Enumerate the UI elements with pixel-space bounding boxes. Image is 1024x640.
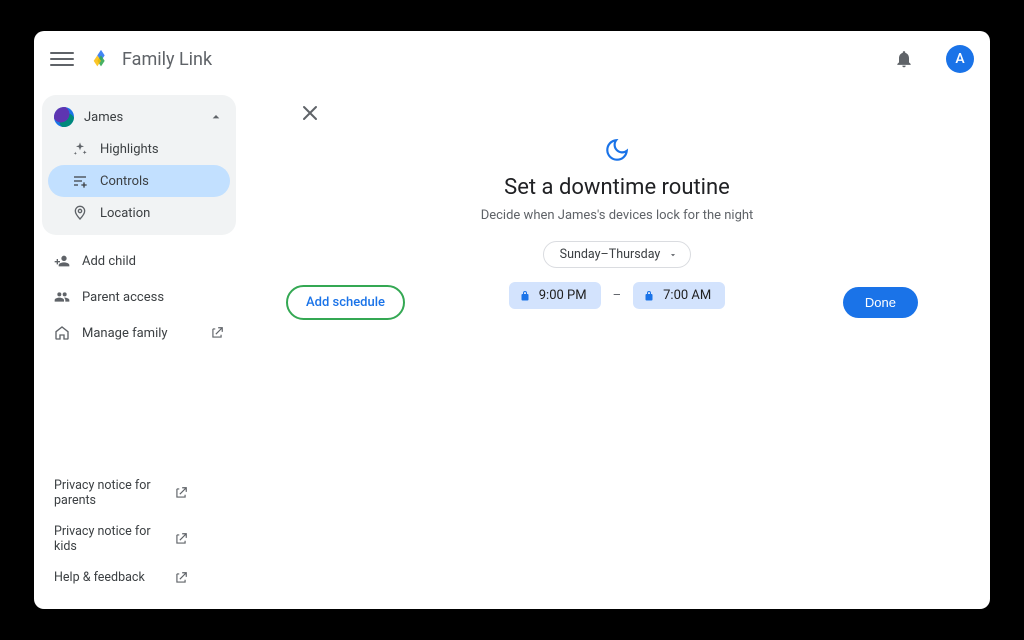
external-link-icon	[174, 532, 188, 546]
app-title: Family Link	[122, 49, 212, 70]
parent-access-label: Parent access	[82, 290, 164, 305]
home-icon	[54, 325, 70, 341]
moon-icon	[604, 137, 630, 163]
page-description: Decide when James's devices lock for the…	[481, 208, 754, 223]
app-logo-title: Family Link	[90, 48, 212, 70]
add-child-link[interactable]: Add child	[42, 243, 236, 279]
chevron-up-icon	[208, 109, 224, 125]
location-pin-icon	[72, 205, 88, 221]
external-link-icon	[174, 571, 188, 585]
help-feedback-link[interactable]: Help & feedback	[42, 562, 236, 593]
child-section: James Highlights Controls Location	[42, 95, 236, 235]
account-avatar[interactable]: A	[946, 45, 974, 73]
sliders-icon	[72, 173, 88, 189]
avatar-initial: A	[955, 51, 964, 67]
child-avatar-icon	[54, 107, 74, 127]
nav-location[interactable]: Location	[48, 197, 230, 229]
done-button[interactable]: Done	[843, 287, 918, 318]
privacy-parents-label: Privacy notice for parents	[54, 478, 174, 508]
sparkle-icon	[72, 141, 88, 157]
add-schedule-label: Add schedule	[306, 295, 385, 310]
nav-controls[interactable]: Controls	[48, 165, 230, 197]
parent-access-link[interactable]: Parent access	[42, 279, 236, 315]
family-link-logo-icon	[90, 48, 112, 70]
menu-button[interactable]	[50, 47, 74, 71]
child-name: James	[84, 110, 198, 125]
privacy-parents-link[interactable]: Privacy notice for parents	[42, 470, 236, 516]
manage-family-label: Manage family	[82, 326, 168, 341]
page-title: Set a downtime routine	[504, 175, 730, 200]
nav-controls-label: Controls	[100, 174, 149, 189]
nav-location-label: Location	[100, 206, 150, 221]
privacy-kids-label: Privacy notice for kids	[54, 524, 174, 554]
person-add-icon	[54, 253, 70, 269]
close-button[interactable]	[298, 101, 322, 125]
help-feedback-label: Help & feedback	[54, 570, 174, 585]
add-child-label: Add child	[82, 254, 136, 269]
add-schedule-button[interactable]: Add schedule	[286, 285, 405, 320]
day-range-selector[interactable]: Sunday–Thursday	[543, 241, 692, 268]
child-selector[interactable]: James	[42, 101, 236, 133]
privacy-kids-link[interactable]: Privacy notice for kids	[42, 516, 236, 562]
manage-family-link[interactable]: Manage family	[42, 315, 236, 351]
external-link-icon	[174, 486, 188, 500]
external-link-icon	[210, 326, 224, 340]
people-icon	[54, 289, 70, 305]
caret-down-icon	[668, 250, 678, 260]
done-label: Done	[865, 295, 896, 310]
nav-highlights[interactable]: Highlights	[48, 133, 230, 165]
day-range-label: Sunday–Thursday	[560, 247, 661, 262]
notifications-button[interactable]	[894, 49, 914, 69]
nav-highlights-label: Highlights	[100, 142, 159, 157]
